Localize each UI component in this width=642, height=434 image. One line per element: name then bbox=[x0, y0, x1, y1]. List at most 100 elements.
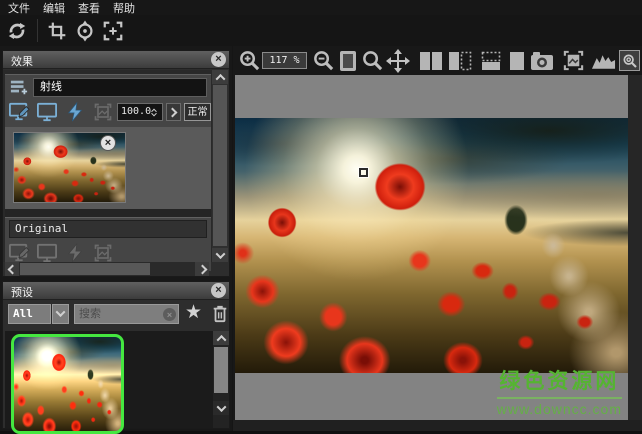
menu-bar: 文件 编辑 查看 帮助 bbox=[0, 0, 642, 15]
canvas-bottom-gutter bbox=[233, 420, 642, 431]
split-view-button[interactable] bbox=[447, 48, 473, 73]
effect-thumb-close-icon[interactable]: × bbox=[100, 135, 116, 151]
watermark-url: www.downcc.com bbox=[497, 401, 622, 417]
chevron-down-icon bbox=[56, 307, 66, 317]
single-view-icon bbox=[508, 51, 526, 71]
fit-rectangle-icon bbox=[338, 50, 358, 72]
preview-frame-button[interactable] bbox=[560, 48, 586, 73]
crop-icon bbox=[47, 21, 67, 41]
effects-panel-body: 射线 bbox=[3, 70, 213, 262]
edit-effect-button[interactable] bbox=[7, 101, 31, 123]
chevron-right-icon bbox=[197, 264, 207, 274]
presets-controls-row: All × ★ bbox=[3, 303, 229, 327]
chevron-up-icon bbox=[216, 334, 226, 344]
scroll-up-button[interactable] bbox=[212, 70, 228, 84]
fit-screen-button[interactable] bbox=[335, 48, 361, 73]
histogram-icon bbox=[591, 52, 616, 70]
spinner-arrows[interactable] bbox=[151, 105, 160, 119]
actual-size-button[interactable] bbox=[359, 48, 385, 73]
histogram-button[interactable] bbox=[590, 48, 616, 73]
zoom-percent-field[interactable]: 117 % bbox=[262, 52, 307, 69]
chevron-right-icon bbox=[167, 107, 177, 117]
lightning-icon bbox=[66, 102, 84, 122]
light-source-marker[interactable] bbox=[359, 168, 368, 177]
single-view-button[interactable] bbox=[504, 48, 530, 73]
refresh-button[interactable] bbox=[4, 18, 30, 43]
menu-edit[interactable]: 编辑 bbox=[43, 0, 65, 16]
expand-button[interactable] bbox=[100, 18, 126, 43]
presets-panel-title: 预设 bbox=[11, 284, 33, 300]
left-panel-column: 效果 × 射线 bbox=[0, 46, 232, 431]
preset-thumbnail-selected[interactable] bbox=[11, 334, 124, 434]
scroll-down-button[interactable] bbox=[212, 248, 228, 262]
before-after-icon bbox=[481, 51, 501, 71]
scrollbar-thumb[interactable] bbox=[213, 85, 227, 246]
presets-panel: 预设 × All × ★ bbox=[2, 281, 230, 429]
effect-opacity-spinner[interactable]: 100.0 bbox=[117, 103, 163, 121]
loupe-icon bbox=[622, 53, 638, 69]
scroll-down-button[interactable] bbox=[213, 401, 229, 415]
preview-effect-button[interactable] bbox=[35, 101, 59, 123]
monitor-edit-icon bbox=[7, 242, 31, 264]
frame-effect-button[interactable] bbox=[91, 101, 115, 123]
effect-card[interactable]: 射线 bbox=[5, 74, 211, 270]
scrollbar-thumb[interactable] bbox=[20, 263, 150, 275]
monitor-icon bbox=[36, 102, 58, 122]
snapshot-button[interactable] bbox=[529, 48, 555, 73]
menu-view[interactable]: 查看 bbox=[78, 0, 100, 16]
scroll-up-button[interactable] bbox=[213, 331, 229, 345]
zoom-in-button[interactable] bbox=[236, 48, 262, 73]
rotate-icon bbox=[74, 20, 96, 42]
refresh-icon bbox=[6, 20, 28, 42]
rotate-button[interactable] bbox=[72, 18, 98, 43]
expand-settings-button[interactable] bbox=[166, 103, 181, 121]
clear-search-icon[interactable]: × bbox=[163, 308, 176, 321]
favorite-star-icon[interactable]: ★ bbox=[185, 301, 202, 324]
effect-stack-icon bbox=[9, 78, 29, 96]
render-effect-button[interactable] bbox=[63, 101, 87, 123]
effects-vertical-scrollbar[interactable] bbox=[212, 70, 228, 262]
presets-close-icon[interactable]: × bbox=[211, 283, 226, 298]
effects-panel-title: 效果 bbox=[11, 53, 33, 69]
zoom-out-icon bbox=[312, 49, 335, 72]
menu-file[interactable]: 文件 bbox=[8, 0, 30, 16]
preset-search-box: × bbox=[74, 304, 179, 324]
chevron-left-icon bbox=[7, 264, 17, 274]
effects-close-icon[interactable]: × bbox=[211, 52, 226, 67]
loupe-button[interactable] bbox=[619, 50, 640, 71]
preset-filter-chevron-button[interactable] bbox=[52, 304, 69, 324]
monitor-edit-icon bbox=[8, 102, 30, 122]
delete-preset-button[interactable] bbox=[211, 304, 229, 324]
menu-help[interactable]: 帮助 bbox=[113, 0, 135, 16]
canvas-right-gutter bbox=[628, 75, 642, 420]
effect-name-field[interactable]: 射线 bbox=[33, 78, 207, 97]
scroll-right-button[interactable] bbox=[195, 262, 209, 276]
preset-list bbox=[5, 331, 229, 428]
before-after-button[interactable] bbox=[478, 48, 504, 73]
presets-vertical-scrollbar[interactable] bbox=[213, 331, 229, 428]
canvas-viewport[interactable]: 绿色资源网 www.downcc.com bbox=[235, 75, 628, 420]
scroll-left-button[interactable] bbox=[5, 262, 19, 276]
crop-button[interactable] bbox=[44, 18, 70, 43]
dual-view-button[interactable] bbox=[418, 48, 444, 73]
search-input[interactable] bbox=[79, 306, 161, 322]
canvas-toolbar: 117 % bbox=[233, 46, 642, 75]
pan-arrows-icon bbox=[386, 49, 410, 73]
canvas-image[interactable] bbox=[235, 118, 628, 373]
blend-mode-button[interactable]: 正常 bbox=[184, 103, 211, 121]
zoom-in-icon bbox=[238, 49, 261, 72]
presets-panel-header: 预设 × bbox=[3, 282, 229, 300]
scrollbar-thumb[interactable] bbox=[214, 347, 228, 393]
preset-filter-dropdown[interactable]: All bbox=[8, 304, 51, 324]
effect-thumbnail-strip: × bbox=[5, 127, 211, 209]
app-window: 文件 编辑 查看 帮助 bbox=[0, 0, 642, 431]
effects-horizontal-scrollbar[interactable] bbox=[5, 262, 209, 276]
pan-button[interactable] bbox=[385, 48, 411, 73]
monitor-icon bbox=[35, 242, 59, 264]
toolbar-separator bbox=[37, 19, 38, 42]
split-view-icon bbox=[448, 51, 472, 71]
zoom-out-button[interactable] bbox=[310, 48, 336, 73]
trash-icon bbox=[211, 304, 229, 324]
effect-controls-row: 100.0 正常 bbox=[5, 101, 211, 125]
effects-panel: 效果 × 射线 bbox=[2, 50, 230, 277]
